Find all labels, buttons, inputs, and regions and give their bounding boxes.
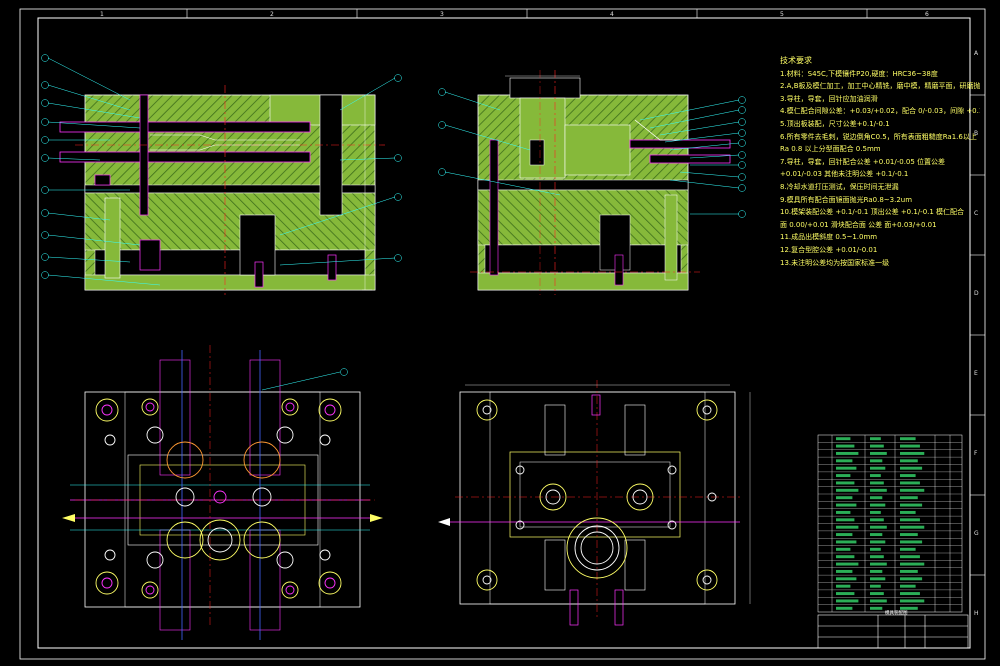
note-item: 面 0.00/+0.01 滑块配合面 公差 面+0.03/+0.01 xyxy=(780,220,937,229)
zone-number: 2 xyxy=(270,11,274,18)
note-item: 6.所有零件去毛刺，锐边倒角C0.5，所有表面粗糙度Ra1.6以上 xyxy=(780,132,977,141)
bottom-plan-view xyxy=(438,380,751,626)
note-item: 1.材料：S45C,下模镶件P20,硬度：HRC36~38度 xyxy=(780,69,938,78)
note-item: 4.模仁配合间隙公差：+0.03/+0.02，配合 0/-0.03，间隙 +0.… xyxy=(780,107,980,116)
zone-number: 5 xyxy=(780,11,784,18)
technical-notes: 技术要求 1.材料：S45C,下模镶件P20,硬度：HRC36~38度 2.A,… xyxy=(780,55,980,269)
note-item: 3.导柱，导套，回针应加油润滑 xyxy=(780,94,878,103)
zone-letter: F xyxy=(974,450,978,457)
note-item: 8.冷却水道打压测试，保压时间无泄漏 xyxy=(780,182,899,191)
note-item: 9.模具所有配合面镜面抛光Ra0.8~3.2um xyxy=(780,195,913,204)
zone-letter: D xyxy=(974,290,979,297)
note-item: Ra 0.8 以上分型面配合 0.5mm xyxy=(780,145,881,154)
note-item: 10.模架装配公差 +0.1/-0.1 顶出公差 +0.1/-0.1 模仁配合 xyxy=(780,208,965,217)
zone-number: 6 xyxy=(925,11,929,18)
note-item: +0.01/-0.03 其他未注明公差 +0.1/-0.1 xyxy=(780,170,909,179)
zone-letter: G xyxy=(974,530,979,537)
zone-letter: H xyxy=(974,610,979,617)
note-item: 2.A,B板及模仁加工，加工中心精铣，磨中模，精磨平面，研磨抛光 xyxy=(780,82,980,91)
side-section-view xyxy=(438,70,746,295)
note-item: 13.未注明公差均为按国家标准一级 xyxy=(780,258,890,267)
note-item: 12.复合型腔公差 +0.01/-0.01 xyxy=(780,245,878,254)
title-block xyxy=(817,614,969,649)
notes-title: 技术要求 xyxy=(780,56,812,65)
title-block-label: 模具装配图 xyxy=(885,609,908,616)
note-item: 7.导柱，导套，回针配合公差 +0.01/-0.05 位置公差 xyxy=(780,157,946,166)
zone-number: 1 xyxy=(100,11,104,18)
front-section-view xyxy=(41,54,402,295)
zone-number: 4 xyxy=(610,11,614,18)
note-item: 11.成品出模斜度 0.5~1.0mm xyxy=(780,233,878,242)
zone-number: 3 xyxy=(440,11,444,18)
top-plan-view xyxy=(62,345,383,640)
note-item: 5.顶出板装配，尺寸公差+0.1/-0.1 xyxy=(780,119,890,128)
bom-table xyxy=(817,434,963,613)
zone-letter: E xyxy=(974,370,978,377)
